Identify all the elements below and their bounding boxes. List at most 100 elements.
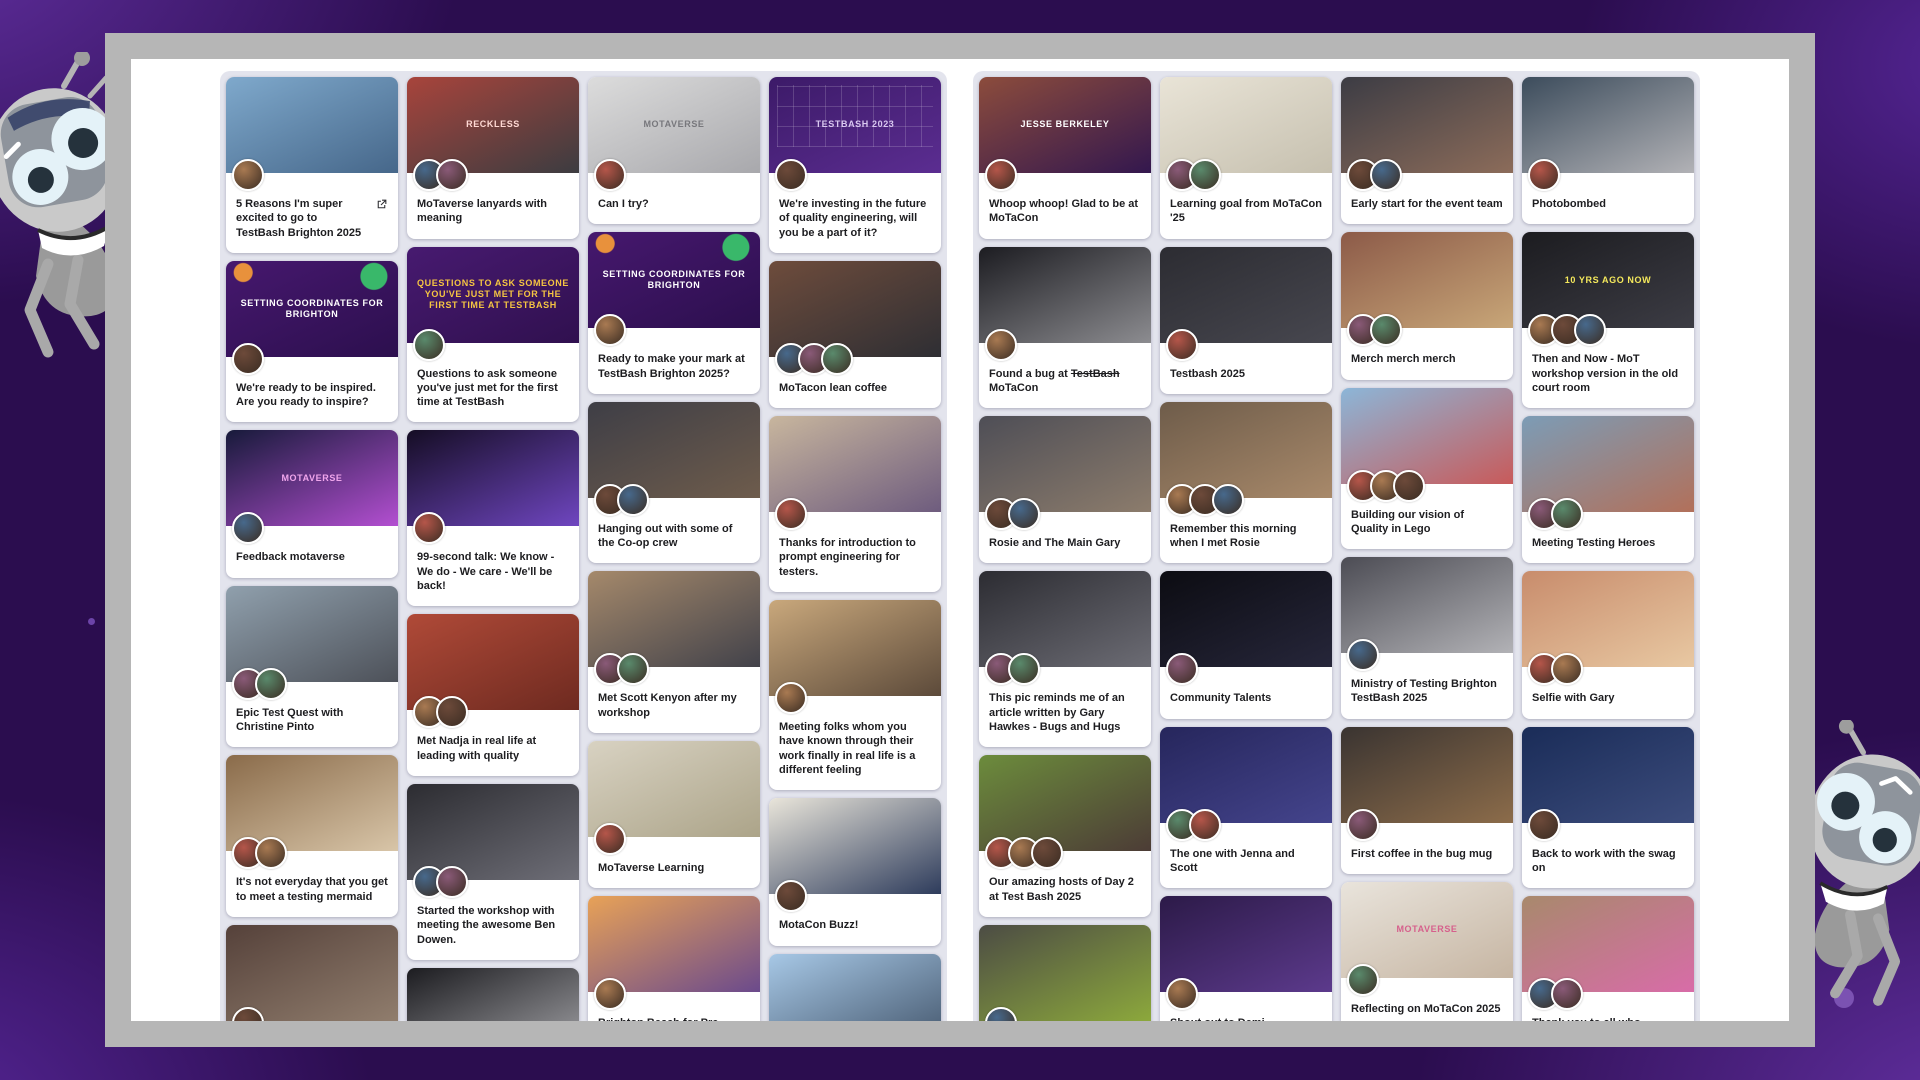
photo-card[interactable]: Jesse BerkeleyWhoop whoop! Glad to be at… [979, 77, 1151, 239]
card-caption-row: Building our vision of Quality in Lego [1341, 502, 1513, 550]
avatar [232, 343, 264, 375]
card-caption: Photobombed [1532, 197, 1684, 211]
card-caption: Epic Test Quest with Christine Pinto [236, 706, 388, 735]
avatar-group [226, 512, 398, 544]
photo-card[interactable]: Our amazing hosts of Day 2 at Test Bash … [979, 755, 1151, 917]
card-caption-row: Back to work with the swag on [1522, 841, 1694, 889]
avatar [985, 159, 1017, 191]
photo-card[interactable]: 99-second talk: We know - We do - We car… [407, 430, 579, 606]
avatar-group [588, 484, 760, 516]
card-caption: Ready to make your mark at TestBash Brig… [598, 352, 750, 381]
photo-card[interactable]: Brighton Beach for Pre-TestBash Social [588, 896, 760, 1021]
photo-card[interactable]: MotaCon Buzz! [769, 798, 941, 945]
photo-card[interactable]: Coaching -with Lego [407, 968, 579, 1021]
photo-card[interactable]: Rosie and The Main Gary [979, 416, 1151, 563]
photo-card[interactable]: Started the workshop with meeting the aw… [407, 784, 579, 960]
photo-card[interactable]: 10 yrs ago nowThen and Now - MoT worksho… [1522, 232, 1694, 408]
avatar-group [1522, 498, 1694, 530]
avatar-group [769, 880, 941, 912]
avatar-group [226, 1007, 398, 1021]
photo-card[interactable]: The one with Jenna and Scott [1160, 727, 1332, 889]
avatar [775, 159, 807, 191]
avatar-group [407, 159, 579, 191]
card-caption-row: This pic reminds me of an article writte… [979, 685, 1151, 747]
avatar-group [1341, 964, 1513, 996]
card-caption-row: Can I try? [588, 191, 760, 224]
photo-card[interactable]: Thanks for introduction to prompt engine… [769, 416, 941, 592]
photo-card[interactable]: MotaverseCan I try? [588, 77, 760, 224]
photo-card[interactable]: Building our vision of Quality in Lego [1341, 388, 1513, 550]
photo-card[interactable]: Remember this morning when I met Rosie [1160, 402, 1332, 564]
card-caption: Can I try? [598, 197, 750, 211]
photo-card[interactable]: Testbash 2025 [1160, 247, 1332, 394]
card-caption: Shout out to Demi [1170, 1016, 1322, 1021]
card-column: Photobombed 10 yrs ago nowThen and Now - … [1522, 77, 1694, 1021]
card-caption: Brighton Beach for Pre-TestBash Social [598, 1016, 750, 1021]
photo-card[interactable]: Test Bash 2025 [226, 925, 398, 1021]
avatar [594, 823, 626, 855]
card-caption: Our amazing hosts of Day 2 at Test Bash … [989, 875, 1141, 904]
photo-card[interactable]: Community Talents [1160, 571, 1332, 718]
avatar [255, 668, 287, 700]
card-caption-row: Thank you to all who brought snacks! [1522, 1010, 1694, 1021]
card-caption: MotaCon Buzz! [779, 918, 931, 932]
photo-card[interactable]: TestBash 2023We're investing in the futu… [769, 77, 941, 253]
avatar [436, 696, 468, 728]
photo-card[interactable]: This pic reminds me of an article writte… [979, 571, 1151, 747]
card-column: Learning goal from MoTaCon '25Testbash 2… [1160, 77, 1332, 1021]
photo-card[interactable]: Meeting Testing Heroes [1522, 416, 1694, 563]
external-link-icon[interactable] [375, 198, 388, 216]
photo-card[interactable]: Merch merch merch [1341, 232, 1513, 379]
avatar-group [588, 653, 760, 685]
card-caption-row: First coffee in the bug mug [1341, 841, 1513, 874]
card-caption-row: Meeting folks whom you have known throug… [769, 714, 941, 790]
photo-card[interactable]: Ministry of Testing Brighton TestBash 20… [1341, 557, 1513, 719]
photo-card[interactable]: Back to work with the swag on [1522, 727, 1694, 889]
photo-card[interactable]: Found a bug at TestBash MoTaCon [979, 247, 1151, 409]
avatar-group [1522, 314, 1694, 346]
avatar [1031, 837, 1063, 869]
avatar-group [1522, 809, 1694, 841]
photo-card[interactable]: Met Scott Kenyon after my workshop [588, 571, 760, 733]
photo-card[interactable]: Thank you to all who brought snacks! [1522, 896, 1694, 1021]
photo-card[interactable]: Setting Coordinates for BrightonWe're re… [226, 261, 398, 423]
board-panel: 5 Reasons I'm super excited to go to Tes… [131, 59, 1789, 1021]
card-caption: Started the workshop with meeting the aw… [417, 904, 569, 947]
photo-card[interactable]: Hanging out with some of the Co-op crew [588, 402, 760, 564]
photo-card[interactable]: Setting Coordinates for BrightonReady to… [588, 232, 760, 394]
photo-card[interactable]: RecklessMoTaverse lanyards with meaning [407, 77, 579, 239]
avatar [1528, 159, 1560, 191]
avatar [1166, 978, 1198, 1010]
photo-card[interactable]: Shout out to Demi [1160, 896, 1332, 1021]
photo-card[interactable]: Learning goal from MoTaCon '25 [1160, 77, 1332, 239]
photo-card[interactable]: Getting home after MoTaCon [979, 925, 1151, 1021]
photo-card[interactable]: Met Nadja in real life at leading with q… [407, 614, 579, 776]
photo-card[interactable]: Questions to ask someone you've just met… [407, 247, 579, 423]
card-caption: Whoop whoop! Glad to be at MoTaCon [989, 197, 1141, 226]
photo-card[interactable]: 5 Reasons I'm super excited to go to Tes… [226, 77, 398, 253]
photo-card[interactable]: Meeting folks whom you have known throug… [769, 600, 941, 790]
photo-card[interactable]: Selfie with Gary [1522, 571, 1694, 718]
avatar [985, 1007, 1017, 1021]
photo-card[interactable]: Photobombed [1522, 77, 1694, 224]
photo-card[interactable]: MotaverseFeedback motaverse [226, 430, 398, 577]
avatar [1370, 159, 1402, 191]
avatar [413, 512, 445, 544]
photo-card[interactable]: MotaverseReflecting on MoTaCon 2025 [1341, 882, 1513, 1021]
photo-card[interactable]: First coffee in the bug mug [1341, 727, 1513, 874]
photo-card[interactable]: MoTaverse Learning [588, 741, 760, 888]
photo-card[interactable]: It's not everyday that you get to meet a… [226, 755, 398, 917]
card-caption-row: Merch merch merch [1341, 346, 1513, 379]
card-caption: Reflecting on MoTaCon 2025 [1351, 1002, 1503, 1016]
card-caption: Then and Now - MoT workshop version in t… [1532, 352, 1684, 395]
card-caption: Merch merch merch [1351, 352, 1503, 366]
card-caption-row: Rosie and The Main Gary [979, 530, 1151, 563]
photo-card[interactable]: MoTacon lean coffee [769, 261, 941, 408]
photo-card[interactable]: Early start for the event team [1341, 77, 1513, 224]
card-caption-row: Remember this morning when I met Rosie [1160, 516, 1332, 564]
photo-card[interactable]: Epic Test Quest with Christine Pinto [226, 586, 398, 748]
photo-card[interactable]: TestBash Runners! Pre conference morning… [769, 954, 941, 1021]
avatar [1166, 653, 1198, 685]
avatar-group [1522, 978, 1694, 1010]
avatar [594, 159, 626, 191]
